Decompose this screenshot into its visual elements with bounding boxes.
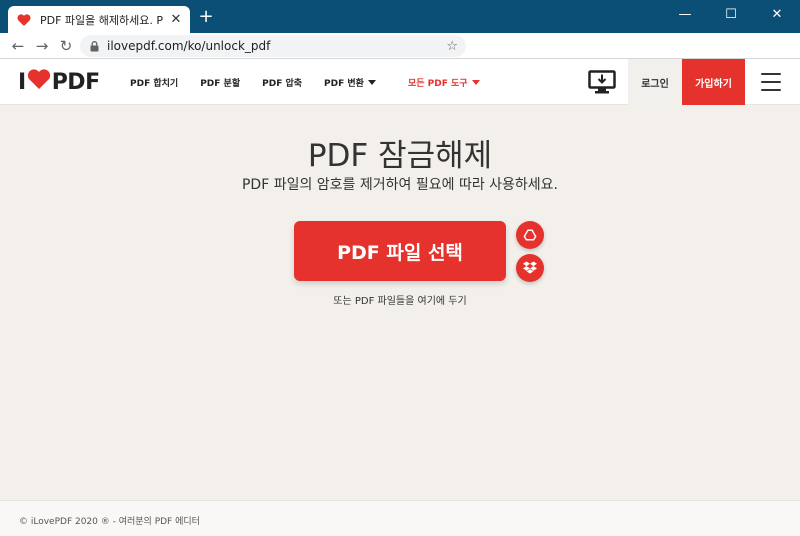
back-button[interactable]: ← (8, 36, 28, 56)
tab-title: PDF 파일을 해제하세요. PDF 파 (40, 13, 164, 27)
dropbox-button[interactable] (516, 254, 544, 282)
lock-icon (88, 40, 100, 52)
close-window-button[interactable]: ✕ (754, 0, 800, 28)
desktop-download-icon[interactable] (586, 67, 618, 97)
address-bar[interactable]: ilovepdf.com/ko/unlock_pdf ☆ (80, 35, 466, 57)
menu-icon[interactable] (761, 73, 781, 91)
tab-close-icon[interactable]: ✕ (170, 12, 182, 27)
menu-icon-line (761, 73, 781, 75)
google-drive-icon (523, 226, 537, 245)
login-button[interactable]: 로그인 (628, 59, 682, 105)
reload-button[interactable]: ↻ (56, 36, 76, 56)
nav-convert-pdf[interactable]: PDF 변환 (324, 76, 376, 89)
minimize-button[interactable]: — (662, 0, 708, 28)
logo-heart-icon (27, 69, 51, 95)
page-title: PDF 잠금해제 (307, 138, 493, 174)
heart-icon (16, 12, 32, 28)
page-subtitle: PDF 파일의 암호를 제거하여 필요에 따라 사용하세요. (241, 177, 559, 193)
ilovepdf-logo[interactable]: I PDF (18, 69, 100, 95)
site-footer: © iLovePDF 2020 ® - 여러분의 PDF 에디터 (0, 500, 800, 536)
logo-text-pdf: PDF (51, 69, 100, 95)
new-tab-button[interactable]: + (197, 8, 215, 26)
browser-toolbar: ← → ↻ ilovepdf.com/ko/unlock_pdf ☆ (0, 33, 800, 59)
nav-compress-pdf[interactable]: PDF 압축 (262, 76, 302, 89)
nav-all-tools-label: 모든 PDF 도구 (407, 78, 468, 89)
footer-copyright: © iLovePDF 2020 ® - 여러분의 PDF 에디터 (19, 517, 200, 527)
nav-merge-pdf[interactable]: PDF 합치기 (130, 76, 178, 89)
forward-button[interactable]: → (32, 36, 52, 56)
main-nav: PDF 합치기 PDF 분할 PDF 압축 PDF 변환 모든 PDF 도구 (130, 59, 502, 105)
drop-hint: 또는 PDF 파일들을 여기에 두기 (333, 296, 467, 307)
browser-tab[interactable]: PDF 파일을 해제하세요. PDF 파 ✕ (8, 6, 190, 33)
google-drive-button[interactable] (516, 221, 544, 249)
bookmark-star-icon[interactable]: ☆ (446, 39, 458, 54)
url-text: ilovepdf.com/ko/unlock_pdf (107, 39, 271, 53)
menu-icon-line (761, 89, 781, 91)
select-pdf-button[interactable]: PDF 파일 선택 (294, 221, 506, 281)
dropbox-icon (523, 259, 537, 278)
caret-down-icon (367, 79, 376, 85)
caret-down-icon (471, 79, 480, 85)
logo-text-i: I (18, 69, 26, 95)
nav-split-pdf[interactable]: PDF 분할 (200, 76, 240, 89)
maximize-button[interactable]: ☐ (708, 0, 754, 28)
nav-convert-label: PDF 변환 (324, 78, 364, 89)
signup-button[interactable]: 가입하기 (682, 59, 745, 105)
nav-all-tools[interactable]: 모든 PDF 도구 (408, 76, 480, 89)
site-header: I PDF PDF 합치기 PDF 분할 PDF 압축 PDF 변환 모든 PD… (0, 59, 800, 105)
menu-icon-line (761, 81, 781, 83)
browser-titlebar: PDF 파일을 해제하세요. PDF 파 ✕ + — ☐ ✕ (0, 0, 800, 33)
